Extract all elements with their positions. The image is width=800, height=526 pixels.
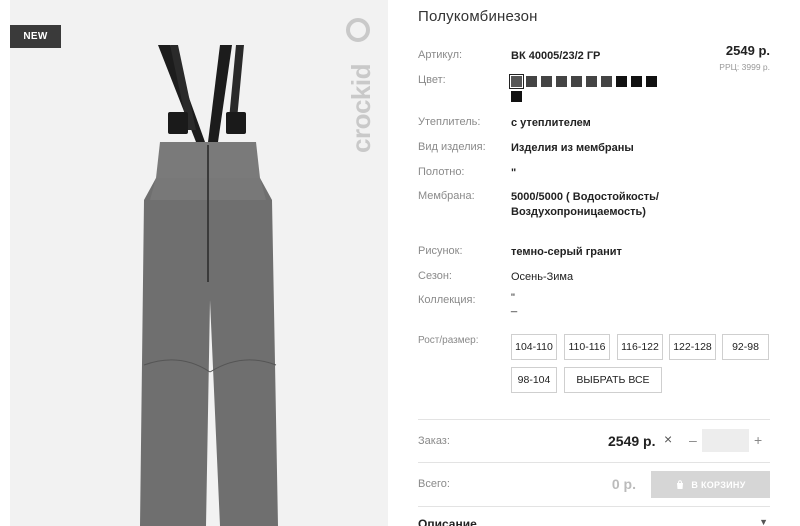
attr-label: Утеплитель: (418, 116, 481, 128)
size-option[interactable]: 98-104 (511, 367, 557, 393)
attr-value: " (511, 167, 517, 179)
attr-value: 5000/5000 ( Водостойкость/ Воздухопрониц… (511, 191, 659, 218)
color-swatch[interactable] (586, 76, 597, 87)
brand-logo: crockid (346, 18, 376, 153)
chevron-down-icon: ▼ (759, 517, 768, 526)
color-swatch[interactable] (541, 76, 552, 87)
total-label: Всего: (418, 478, 450, 490)
attr-label: Рисунок: (418, 245, 463, 257)
order-label: Заказ: (418, 435, 450, 447)
attr-label: Коллекция: (418, 294, 476, 306)
color-swatch[interactable] (526, 76, 537, 87)
attr-value: с утеплителем (511, 117, 591, 129)
attr-label: Полотно: (418, 166, 465, 178)
attr-label: Рост/размер: (418, 335, 479, 346)
total-value: 0 р. (611, 476, 636, 492)
select-all-sizes-button[interactable]: ВЫБРАТЬ ВСЕ (564, 367, 662, 393)
divider (418, 462, 770, 463)
attr-value: Изделия из мембраны (511, 142, 634, 154)
product-rrp: РРЦ: 3999 р. (719, 62, 770, 72)
order-price: 2549 р. (608, 433, 656, 449)
color-swatch[interactable] (556, 76, 567, 87)
product-image-panel: NEW crockid (10, 0, 388, 526)
color-swatch[interactable] (631, 76, 642, 87)
cart-icon (677, 479, 684, 489)
product-price: 2549 р. (725, 43, 770, 58)
size-option[interactable]: 104-110 (511, 334, 557, 360)
quantity-input[interactable] (702, 429, 749, 452)
new-badge: NEW (10, 25, 61, 48)
size-option[interactable]: 116-122 (617, 334, 663, 360)
times-symbol: × (664, 431, 673, 447)
product-info: Полукомбинезон 2549 р. РРЦ: 3999 р. Арти… (418, 0, 770, 526)
color-swatch[interactable] (646, 76, 657, 87)
description-toggle[interactable]: Описание (418, 517, 477, 526)
attr-label: Мембрана: (418, 190, 475, 202)
size-option[interactable]: 92-98 (722, 334, 769, 360)
attr-label: Артикул: (418, 49, 463, 61)
color-swatches (509, 74, 661, 102)
brand-logo-text: crockid (346, 64, 376, 153)
attr-value: " _ (511, 292, 518, 313)
attr-value: темно-серый гранит (511, 246, 622, 258)
attr-label: Цвет: (418, 74, 446, 86)
size-option[interactable]: 122-128 (669, 334, 716, 360)
attr-label: Сезон: (418, 270, 452, 282)
color-swatch[interactable] (616, 76, 627, 87)
color-swatch[interactable] (511, 91, 522, 102)
increase-quantity-button[interactable]: + (754, 432, 762, 448)
attr-value: Осень-Зима (511, 271, 574, 283)
color-swatch[interactable] (509, 74, 524, 89)
attr-label: Вид изделия: (418, 141, 486, 153)
divider (418, 419, 770, 420)
product-title: Полукомбинезон (418, 8, 538, 25)
price-box: 2549 р. РРЦ: 3999 р. (719, 43, 770, 72)
add-to-cart-label: В КОРЗИНУ (691, 479, 746, 490)
product-image (140, 45, 278, 526)
color-swatch[interactable] (571, 76, 582, 87)
divider (418, 506, 770, 507)
attr-value: ВК 40005/23/2 ГР (511, 50, 601, 62)
color-swatch[interactable] (601, 76, 612, 87)
size-option[interactable]: 110-116 (564, 334, 610, 360)
add-to-cart-button[interactable]: В КОРЗИНУ (651, 471, 770, 498)
decrease-quantity-button[interactable]: – (689, 432, 697, 448)
